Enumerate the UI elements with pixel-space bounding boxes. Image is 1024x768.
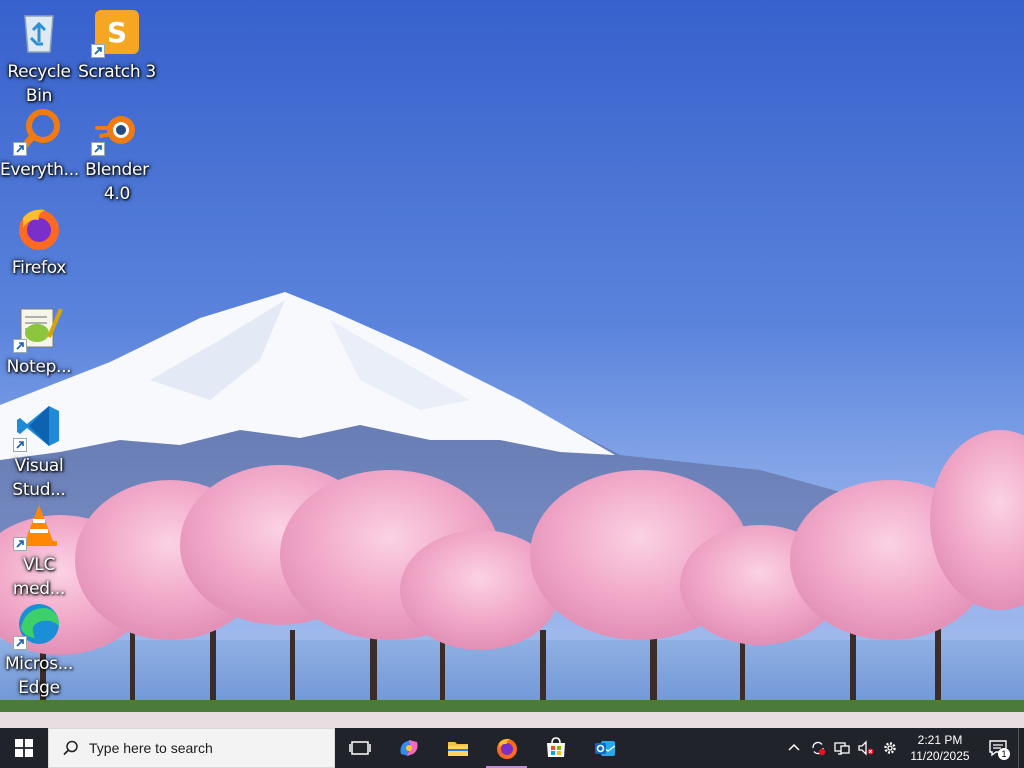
desktop-icon-blender[interactable]: Blender 4.0	[78, 100, 156, 206]
vscode-icon	[13, 402, 63, 452]
notepad-plus-plus-icon	[13, 303, 63, 353]
taskbar-file-explorer[interactable]	[433, 728, 482, 768]
folder-icon	[447, 742, 468, 756]
taskbar-search-box[interactable]: Type here to search	[48, 728, 335, 768]
tray-overflow-button[interactable]	[782, 728, 806, 768]
search-icon	[63, 740, 78, 756]
desktop-icon-label: Firefox	[11, 258, 67, 278]
desktop-icon-edge[interactable]: Micros... Edge	[0, 594, 78, 700]
volume-muted-icon	[858, 740, 874, 756]
tray-network[interactable]	[830, 728, 854, 768]
shortcut-arrow-icon	[13, 438, 27, 452]
desktop-icon-firefox[interactable]: Firefox	[0, 198, 78, 280]
taskbar-copilot[interactable]	[384, 728, 433, 768]
desktop-icon-vlc[interactable]: VLC med...	[0, 495, 78, 601]
clock-time: 2:21 PM	[917, 733, 963, 747]
tray-sync-status[interactable]	[806, 728, 830, 768]
scratch-icon: S	[91, 8, 141, 58]
shortcut-arrow-icon	[91, 44, 105, 58]
start-button[interactable]	[0, 728, 48, 768]
copilot-icon	[400, 740, 417, 756]
chevron-up-icon	[788, 743, 800, 751]
taskbar: Type here to search 2:21 PM 11/20/2025 1	[0, 728, 1024, 768]
tray-volume[interactable]	[854, 728, 878, 768]
shortcut-arrow-icon	[13, 636, 27, 650]
system-tray: 2:21 PM 11/20/2025 1	[782, 728, 1024, 768]
tray-settings[interactable]	[878, 728, 902, 768]
taskbar-microsoft-store[interactable]	[531, 728, 580, 768]
desktop-icon-recycle-bin[interactable]: Recycle Bin	[0, 2, 78, 108]
desktop-icon-label: Notep...	[6, 357, 72, 377]
desktop-icon-scratch[interactable]: S Scratch 3	[78, 2, 156, 84]
task-view-icon	[348, 741, 371, 755]
desktop-icon-vscode[interactable]: Visual Stud...	[0, 396, 78, 502]
firefox-icon	[496, 738, 517, 759]
store-icon	[546, 737, 565, 757]
notification-center-button[interactable]: 1	[978, 728, 1018, 768]
firefox-icon	[15, 204, 63, 252]
desktop-icon-label: Micros... Edge	[4, 654, 74, 698]
desktop-icon-notepad-plus-plus[interactable]: Notep...	[0, 297, 78, 379]
taskbar-outlook[interactable]	[580, 728, 629, 768]
blender-icon	[91, 106, 141, 156]
taskbar-clock[interactable]: 2:21 PM 11/20/2025	[902, 732, 978, 764]
show-desktop-button[interactable]	[1018, 728, 1024, 768]
shortcut-arrow-icon	[91, 142, 105, 156]
vlc-icon	[13, 501, 63, 551]
desktop-icon-label: Blender 4.0	[85, 160, 149, 204]
everything-search-icon	[13, 106, 63, 156]
shortcut-arrow-icon	[13, 339, 27, 353]
shortcut-arrow-icon	[13, 537, 27, 551]
outlook-icon	[594, 741, 615, 756]
task-view-button[interactable]	[335, 728, 384, 768]
taskbar-firefox[interactable]	[482, 728, 531, 768]
windows-logo-icon	[15, 739, 33, 757]
gear-icon	[884, 742, 896, 754]
search-placeholder: Type here to search	[89, 740, 213, 756]
edge-icon	[13, 600, 63, 650]
sync-error-icon	[812, 741, 826, 756]
recycle-bin-icon	[15, 8, 63, 56]
network-icon	[834, 742, 850, 755]
svg-text:S: S	[107, 16, 127, 49]
notification-badge: 1	[998, 748, 1010, 760]
desktop-icon-label: Scratch 3	[78, 62, 156, 82]
desktop-icon-label: Everyth...	[0, 160, 79, 180]
desktop-icon-everything[interactable]: Everyth...	[0, 100, 79, 182]
clock-date: 11/20/2025	[910, 749, 970, 763]
shortcut-arrow-icon	[13, 142, 27, 156]
